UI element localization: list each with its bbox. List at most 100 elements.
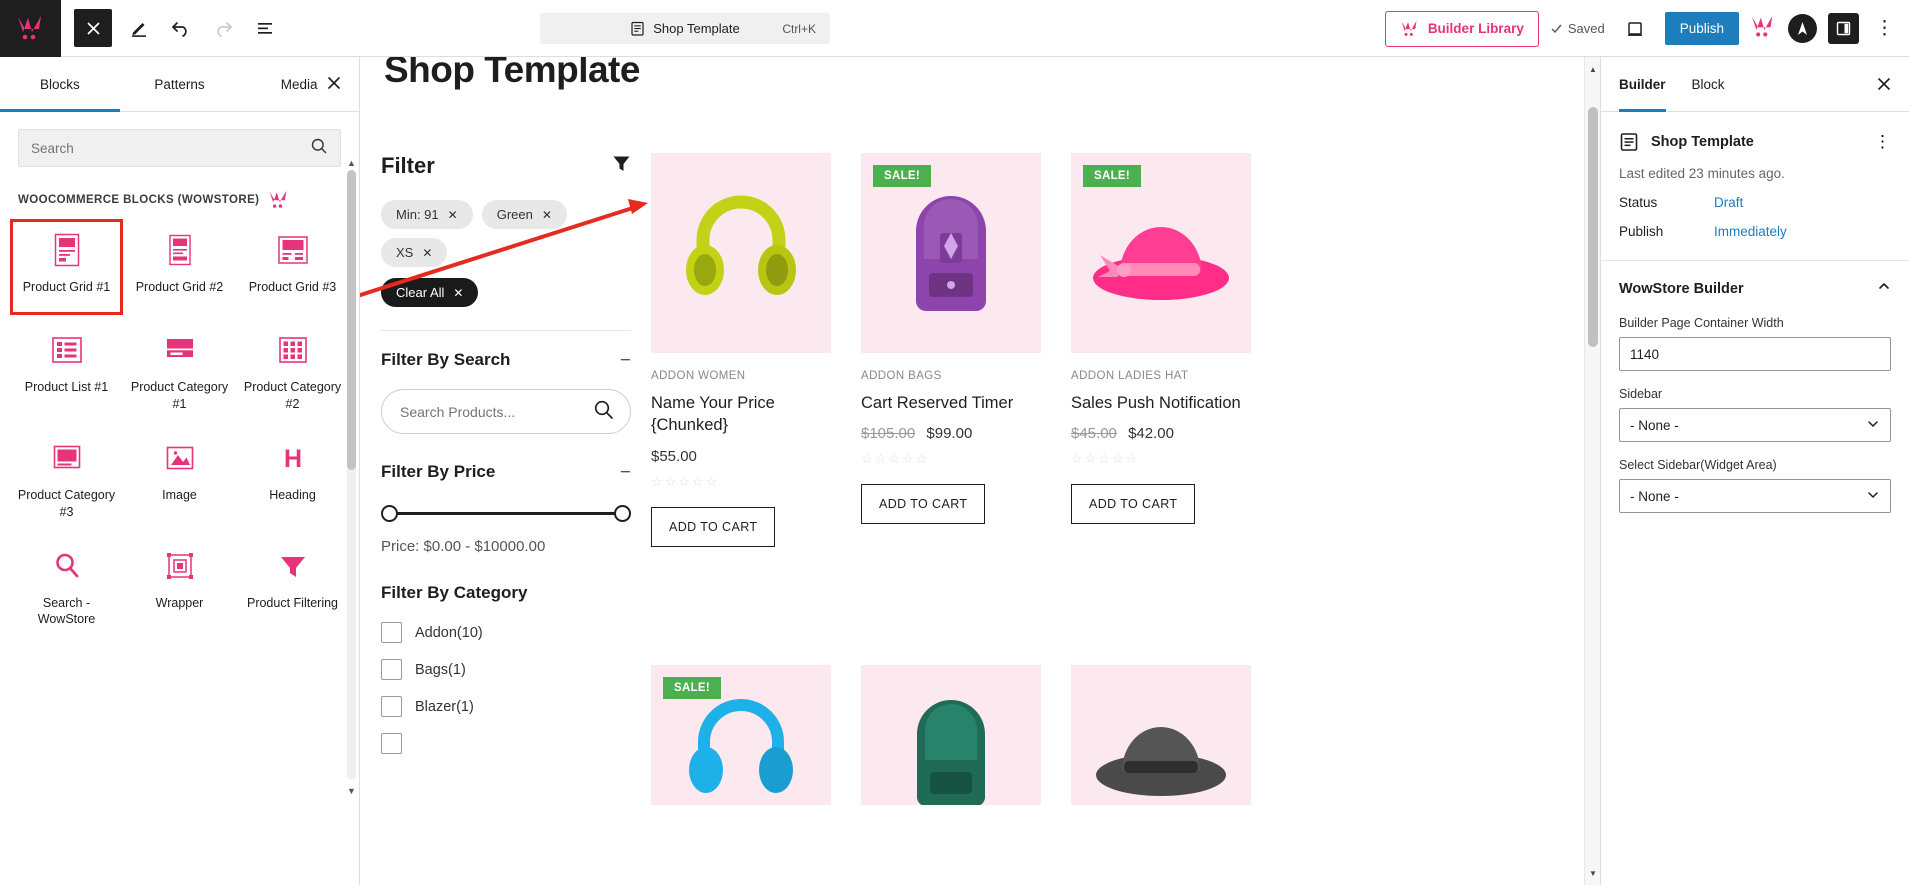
filter-chip[interactable]: Green ✕ bbox=[481, 200, 567, 229]
svg-text:H: H bbox=[283, 445, 301, 472]
slider-knob-max[interactable] bbox=[614, 505, 631, 522]
edit-mode-button[interactable] bbox=[120, 9, 158, 47]
block-item-product-category-2[interactable]: Product Category #2 bbox=[236, 319, 349, 423]
tab-patterns[interactable]: Patterns bbox=[120, 57, 240, 112]
collapse-toggle-icon[interactable]: − bbox=[620, 463, 631, 482]
block-item-product-category-1[interactable]: Product Category #1 bbox=[123, 319, 236, 423]
product-card[interactable]: SALE! bbox=[651, 665, 831, 805]
product-name[interactable]: Name Your Price {Chunked} bbox=[651, 392, 831, 437]
grey-hat-product-image-icon bbox=[1095, 727, 1226, 796]
chevron-up-icon[interactable] bbox=[1877, 279, 1891, 298]
block-item-product-filtering[interactable]: Product Filtering bbox=[236, 535, 349, 639]
block-item-product-grid-1[interactable]: Product Grid #1 bbox=[10, 219, 123, 315]
block-item-product-grid-2[interactable]: Product Grid #2 bbox=[123, 219, 236, 315]
filter-chip[interactable]: XS ✕ bbox=[381, 238, 448, 267]
widget-area-select[interactable]: - None - bbox=[1619, 479, 1891, 513]
add-to-cart-button[interactable]: ADD TO CART bbox=[861, 484, 986, 525]
widget-area-select-value: - None - bbox=[1630, 488, 1679, 504]
container-width-field: Builder Page Container Width bbox=[1601, 316, 1909, 387]
pencil-edit-icon bbox=[132, 23, 146, 37]
category-checkbox[interactable] bbox=[381, 622, 402, 643]
block-item-product-grid-3[interactable]: Product Grid #3 bbox=[236, 219, 349, 315]
filter-by-category-header[interactable]: Filter By Category bbox=[381, 583, 631, 603]
product-image bbox=[1071, 665, 1251, 805]
close-icon[interactable]: ✕ bbox=[422, 246, 432, 260]
category-item[interactable]: Blazer(1) bbox=[381, 696, 631, 717]
scrollbar-thumb[interactable] bbox=[347, 170, 356, 470]
category-item[interactable] bbox=[381, 733, 631, 754]
price-range-slider[interactable] bbox=[381, 501, 631, 525]
container-width-input[interactable] bbox=[1619, 337, 1891, 371]
close-inserter-button[interactable] bbox=[325, 74, 343, 97]
app-logo[interactable] bbox=[0, 0, 61, 57]
scroll-up-arrow[interactable]: ▲ bbox=[344, 155, 359, 170]
block-item-image[interactable]: Image bbox=[123, 427, 236, 531]
block-search-field[interactable] bbox=[18, 129, 341, 167]
undo-button[interactable] bbox=[162, 9, 200, 47]
category-item[interactable]: Bags(1) bbox=[381, 659, 631, 680]
close-settings-button[interactable] bbox=[1875, 75, 1893, 98]
filter-by-search-header[interactable]: Filter By Search − bbox=[381, 350, 631, 370]
tab-block[interactable]: Block bbox=[1692, 57, 1725, 112]
product-name[interactable]: Sales Push Notification bbox=[1071, 392, 1251, 414]
redo-button[interactable] bbox=[204, 9, 242, 47]
category-item[interactable]: Addon(10) bbox=[381, 622, 631, 643]
scroll-down-arrow[interactable]: ▼ bbox=[1585, 865, 1601, 881]
status-value[interactable]: Draft bbox=[1714, 195, 1743, 210]
builder-library-button[interactable]: Builder Library bbox=[1384, 10, 1539, 47]
blocks-scrollbar[interactable] bbox=[347, 170, 356, 780]
settings-sidebar-toggle[interactable] bbox=[1828, 13, 1859, 44]
filter-by-price-header[interactable]: Filter By Price − bbox=[381, 462, 631, 482]
scroll-up-arrow[interactable]: ▲ bbox=[1585, 61, 1601, 77]
publish-button[interactable]: Publish bbox=[1664, 12, 1739, 45]
close-icon[interactable]: ✕ bbox=[453, 286, 463, 300]
document-overview-button[interactable] bbox=[246, 9, 284, 47]
collapse-toggle-icon[interactable]: − bbox=[620, 351, 631, 370]
scroll-down-arrow[interactable]: ▼ bbox=[344, 783, 359, 798]
blue-headphones-product-image-icon bbox=[688, 698, 793, 793]
clear-all-button[interactable]: Clear All ✕ bbox=[381, 278, 479, 307]
category-checkbox[interactable] bbox=[381, 696, 402, 717]
close-editor-button[interactable] bbox=[74, 9, 112, 47]
category-checkbox[interactable] bbox=[381, 659, 402, 680]
category-checkbox[interactable] bbox=[381, 733, 402, 754]
filter-chip[interactable]: Min: 91 ✕ bbox=[381, 200, 473, 229]
block-item-search-wowstore[interactable]: Search - WowStore bbox=[10, 535, 123, 639]
product-card[interactable] bbox=[1071, 665, 1251, 805]
product-card[interactable]: ADDON WOMEN Name Your Price {Chunked} $5… bbox=[651, 153, 831, 547]
scrollbar-thumb[interactable] bbox=[1588, 107, 1598, 347]
canvas-scrollbar[interactable]: ▲ ▼ bbox=[1584, 57, 1600, 885]
product-name[interactable]: Cart Reserved Timer bbox=[861, 392, 1041, 414]
wowstore-button[interactable] bbox=[1750, 15, 1777, 43]
block-item-product-list-1[interactable]: Product List #1 bbox=[10, 319, 123, 423]
command-bar[interactable]: Shop Template Ctrl+K bbox=[540, 13, 830, 44]
filter-header: Filter bbox=[381, 153, 631, 179]
tab-builder[interactable]: Builder bbox=[1619, 57, 1666, 112]
publish-value[interactable]: Immediately bbox=[1714, 224, 1787, 239]
close-icon[interactable]: ✕ bbox=[448, 208, 458, 222]
sidebar-select[interactable]: - None - bbox=[1619, 408, 1891, 442]
wowstore-builder-accordion[interactable]: WowStore Builder bbox=[1601, 261, 1909, 316]
more-options-button[interactable]: ⋮ bbox=[1870, 17, 1899, 40]
slider-knob-min[interactable] bbox=[381, 505, 398, 522]
preview-button[interactable] bbox=[1616, 10, 1654, 48]
more-options-icon[interactable]: ⋮ bbox=[1874, 132, 1891, 152]
block-item-heading[interactable]: H Heading bbox=[236, 427, 349, 531]
add-to-cart-button[interactable]: ADD TO CART bbox=[651, 506, 776, 547]
block-item-product-category-3[interactable]: Product Category #3 bbox=[10, 427, 123, 531]
add-to-cart-button[interactable]: ADD TO CART bbox=[1071, 484, 1196, 525]
check-icon bbox=[1551, 24, 1562, 34]
search-input[interactable] bbox=[31, 140, 328, 156]
tab-blocks[interactable]: Blocks bbox=[0, 57, 120, 112]
astra-theme-button[interactable] bbox=[1788, 14, 1817, 43]
search-products-input[interactable] bbox=[400, 403, 612, 420]
funnel-icon[interactable] bbox=[612, 154, 631, 178]
block-item-wrapper[interactable]: Wrapper bbox=[123, 535, 236, 639]
product-card[interactable]: SALE! ADDON LADIES HAT Sales Push Notifi… bbox=[1071, 153, 1251, 547]
product-card[interactable] bbox=[861, 665, 1041, 805]
search-icon[interactable] bbox=[593, 399, 614, 425]
product-search-field[interactable] bbox=[381, 389, 631, 434]
product-card[interactable]: SALE! ADDON BAGS Cart Reserved Timer $10… bbox=[861, 153, 1041, 547]
saved-status[interactable]: Saved bbox=[1550, 21, 1605, 36]
close-icon[interactable]: ✕ bbox=[542, 208, 552, 222]
